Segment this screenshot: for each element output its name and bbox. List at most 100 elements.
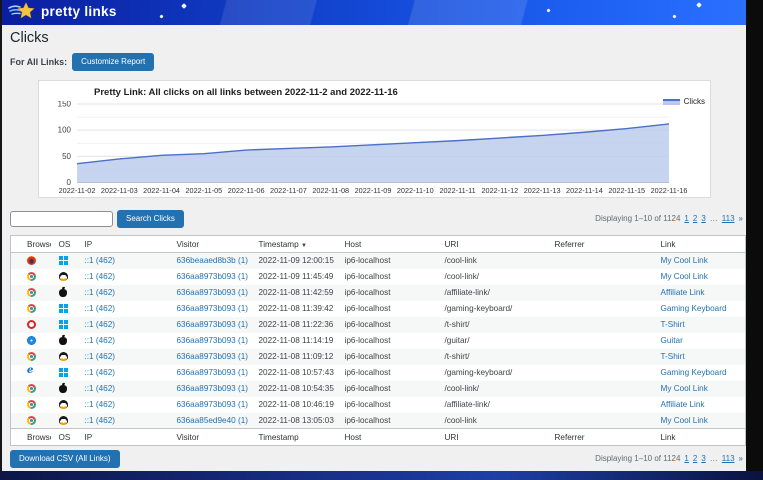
os-cell [51, 253, 77, 269]
pretty-link-title-link[interactable]: Gaming Keyboard [661, 368, 727, 377]
ip-link[interactable]: ::1 (462) [85, 416, 116, 425]
referrer-cell [547, 301, 653, 317]
ip-link[interactable]: ::1 (462) [85, 288, 116, 297]
pretty-link-title-link[interactable]: My Cool Link [661, 256, 708, 265]
col-referrer-footer[interactable]: Referrer [547, 429, 653, 446]
col-os-footer: OS [51, 429, 77, 446]
pretty-link-title-link[interactable]: Gaming Keyboard [661, 304, 727, 313]
referrer-cell [547, 397, 653, 413]
sparkle-icon [546, 8, 550, 12]
browser-cell [11, 333, 51, 349]
search-clicks-button[interactable]: Search Clicks [117, 210, 184, 228]
page-link-1[interactable]: 1 [684, 214, 688, 223]
svg-text:2022-11-04: 2022-11-04 [143, 186, 180, 195]
ip-link[interactable]: ::1 (462) [85, 320, 116, 329]
table-row: ::1 (462) 636aa85ed9e40 (1) 2022-11-08 1… [11, 413, 746, 429]
pretty-link-title-link[interactable]: Guitar [661, 336, 683, 345]
visitor-link[interactable]: 636aa8973b093 (1) [177, 304, 248, 313]
pretty-link-title-link[interactable]: Affiliate Link [661, 288, 705, 297]
col-timestamp-footer[interactable]: Timestamp [251, 429, 337, 446]
download-csv-button[interactable]: Download CSV (All Links) [10, 450, 120, 468]
table-header-row: Browser OS IP Visitor Timestamp ▼ Host U… [11, 236, 746, 253]
page-link-3[interactable]: 3 [701, 214, 705, 223]
clicks-admin-page: pretty links Clicks For All Links: Custo… [0, 0, 763, 480]
svg-text:50: 50 [62, 152, 71, 161]
ip-link[interactable]: ::1 (462) [85, 336, 116, 345]
col-link-footer[interactable]: Link [653, 429, 746, 446]
page-link-last[interactable]: 113 [722, 214, 735, 223]
timestamp-cell: 2022-11-08 10:57:43 [251, 365, 337, 381]
customize-report-button[interactable]: Customize Report [72, 53, 154, 71]
pretty-link-title-link[interactable]: My Cool Link [661, 272, 708, 281]
pretty-link-title-link[interactable]: My Cool Link [661, 416, 708, 425]
chart-title: Pretty Link: All clicks on all links bet… [94, 87, 710, 98]
host-cell: ip6-localhost [337, 285, 437, 301]
visitor-link[interactable]: 636aa8973b093 (1) [177, 352, 248, 361]
sort-desc-icon: ▼ [301, 243, 307, 249]
os-cell [51, 269, 77, 285]
page-link-3[interactable]: 3 [701, 454, 705, 463]
uri-cell: /cool-link [437, 413, 547, 429]
page-link-last[interactable]: 113 [722, 454, 735, 463]
visitor-link[interactable]: 636aa8973b093 (1) [177, 368, 248, 377]
uri-cell: /cool-link/ [437, 269, 547, 285]
timestamp-cell: 2022-11-08 11:39:42 [251, 301, 337, 317]
firefox-icon [27, 256, 36, 265]
col-referrer[interactable]: Referrer [547, 236, 653, 253]
table-row: ::1 (462) 636aa8973b093 (1) 2022-11-08 1… [11, 317, 746, 333]
visitor-link[interactable]: 636beaaed8b3b (1) [177, 256, 248, 265]
col-visitor-footer[interactable]: Visitor [169, 429, 251, 446]
ip-link[interactable]: ::1 (462) [85, 304, 116, 313]
host-cell: ip6-localhost [337, 365, 437, 381]
next-page-link[interactable]: » [739, 214, 743, 223]
search-input[interactable] [10, 211, 113, 227]
pretty-link-title-link[interactable]: T-Shirt [661, 320, 685, 329]
col-os: OS [51, 236, 77, 253]
opera-icon [27, 320, 36, 329]
col-visitor[interactable]: Visitor [169, 236, 251, 253]
timestamp-cell: 2022-11-08 11:14:19 [251, 333, 337, 349]
page-link-2[interactable]: 2 [693, 214, 697, 223]
visitor-link[interactable]: 636aa8973b093 (1) [177, 272, 248, 281]
col-uri[interactable]: URI [437, 236, 547, 253]
next-page-link[interactable]: » [739, 454, 743, 463]
ip-link[interactable]: ::1 (462) [85, 400, 116, 409]
os-cell [51, 301, 77, 317]
page-link-1[interactable]: 1 [684, 454, 688, 463]
pretty-link-title-link[interactable]: T-Shirt [661, 352, 685, 361]
col-uri-footer[interactable]: URI [437, 429, 547, 446]
apple-icon [59, 385, 67, 393]
visitor-link[interactable]: 636aa8973b093 (1) [177, 336, 248, 345]
visitor-link[interactable]: 636aa8973b093 (1) [177, 288, 248, 297]
uri-cell: /cool-link/ [437, 381, 547, 397]
displaying-count: Displaying 1–10 of 1124 [595, 454, 680, 463]
browser-cell [11, 301, 51, 317]
host-cell: ip6-localhost [337, 397, 437, 413]
ip-link[interactable]: ::1 (462) [85, 272, 116, 281]
page-link-2[interactable]: 2 [693, 454, 697, 463]
ip-link[interactable]: ::1 (462) [85, 368, 116, 377]
ip-link[interactable]: ::1 (462) [85, 256, 116, 265]
visitor-link[interactable]: 636aa8973b093 (1) [177, 384, 248, 393]
pretty-link-title-link[interactable]: My Cool Link [661, 384, 708, 393]
pretty-link-title-link[interactable]: Affiliate Link [661, 400, 705, 409]
col-ip[interactable]: IP [77, 236, 169, 253]
svg-text:2022-11-12: 2022-11-12 [481, 186, 518, 195]
svg-text:2022-11-11: 2022-11-11 [439, 186, 475, 195]
svg-text:2022-11-15: 2022-11-15 [608, 186, 645, 195]
visitor-link[interactable]: 636aa8973b093 (1) [177, 400, 248, 409]
col-host[interactable]: Host [337, 236, 437, 253]
col-ip-footer[interactable]: IP [77, 429, 169, 446]
table-row: ::1 (462) 636aa8973b093 (1) 2022-11-08 1… [11, 349, 746, 365]
sparkle-icon [159, 14, 163, 18]
legend-label: Clicks [684, 97, 705, 106]
col-timestamp[interactable]: Timestamp ▼ [251, 236, 337, 253]
clicks-table: Browser OS IP Visitor Timestamp ▼ Host U… [10, 235, 746, 446]
visitor-link[interactable]: 636aa85ed9e40 (1) [177, 416, 248, 425]
col-link[interactable]: Link [653, 236, 746, 253]
ip-link[interactable]: ::1 (462) [85, 384, 116, 393]
visitor-link[interactable]: 636aa8973b093 (1) [177, 320, 248, 329]
ip-link[interactable]: ::1 (462) [85, 352, 116, 361]
page-title: Clicks [10, 30, 49, 46]
col-host-footer[interactable]: Host [337, 429, 437, 446]
